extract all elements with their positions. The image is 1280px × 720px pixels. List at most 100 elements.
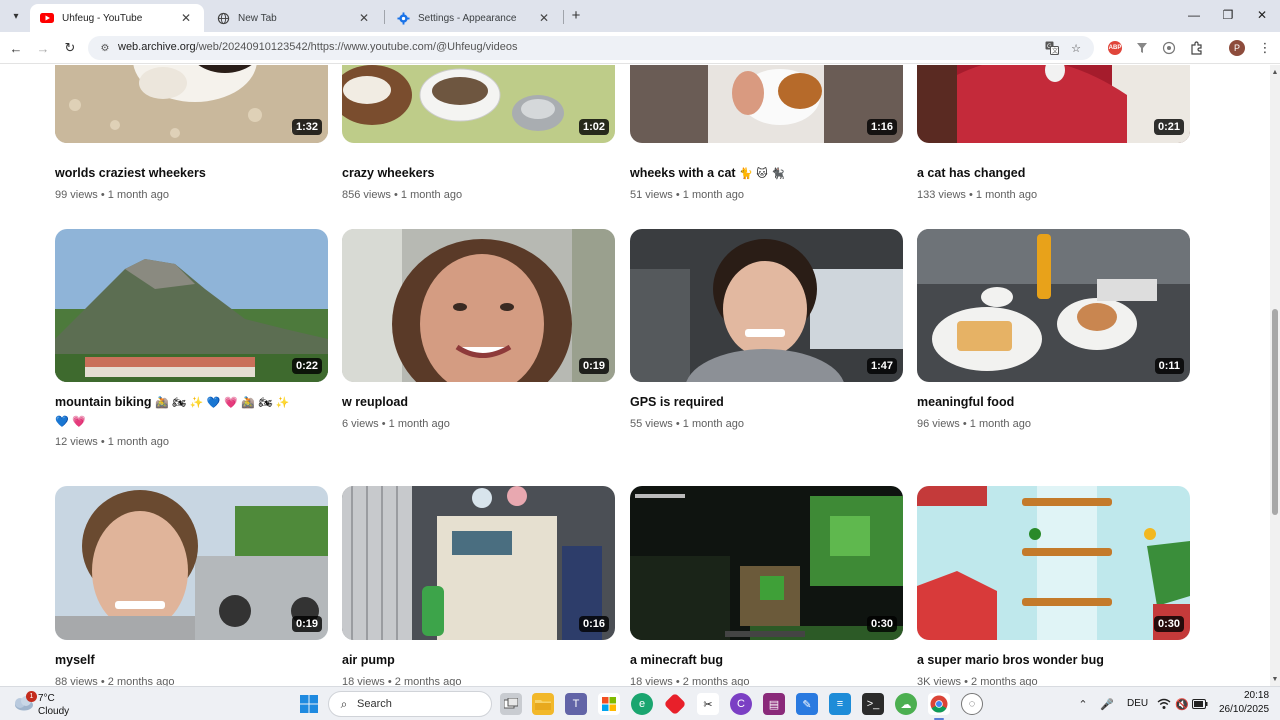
close-icon[interactable]: ✕ — [178, 10, 194, 26]
restore-button[interactable]: ❐ — [1212, 4, 1244, 26]
video-thumbnail[interactable]: 0:22 — [55, 229, 328, 382]
wifi-icon[interactable] — [1156, 696, 1172, 712]
video-title[interactable]: crazy wheekers — [342, 164, 602, 182]
new-tab-button[interactable]: + — [567, 6, 585, 24]
close-window-button[interactable]: ✕ — [1246, 4, 1278, 26]
arrow-right-icon: → — [36, 40, 50, 56]
teams-icon[interactable]: T — [565, 693, 587, 715]
search-label: Search — [357, 698, 392, 710]
clipchamp-icon[interactable]: C — [730, 693, 752, 715]
clock-date[interactable]: 26/10/2025 — [1219, 704, 1269, 715]
meta-separator: • — [675, 189, 680, 201]
video-meta: 55 views • 1 month ago — [630, 418, 744, 430]
video-thumbnail[interactable]: 0:30 — [917, 486, 1190, 640]
tab-new-tab[interactable]: New Tab ✕ — [206, 4, 382, 32]
scrollbar-thumb[interactable] — [1272, 309, 1278, 515]
video-thumbnail[interactable]: 1:32 — [55, 65, 328, 143]
meta-separator: • — [675, 418, 680, 430]
more-options-icon[interactable]: ⋮ — [1256, 39, 1274, 57]
close-icon: ✕ — [1256, 8, 1268, 22]
video-meta: 99 views • 1 month ago — [55, 189, 169, 201]
reload-button[interactable]: ↻ — [60, 38, 80, 58]
recording-app-icon[interactable]: ◌ — [961, 693, 983, 715]
minimize-button[interactable]: — — [1178, 4, 1210, 26]
video-meta: 3K views • 2 months ago — [917, 676, 1038, 686]
keyboard-language[interactable]: DEU — [1127, 698, 1148, 709]
filter-extension-icon[interactable] — [1133, 39, 1151, 57]
terminal-icon[interactable]: >_ — [862, 693, 884, 715]
meta-separator: • — [964, 676, 968, 686]
adblock-plus-icon[interactable]: ABP — [1108, 41, 1122, 55]
meta-separator: • — [962, 418, 967, 430]
task-view-icon[interactable] — [500, 693, 522, 715]
video-title-text: myself — [55, 653, 95, 667]
microphone-icon[interactable]: 🎤 — [1099, 696, 1115, 712]
gear-icon — [396, 11, 410, 25]
title-emoji: 🚵 🏍 ✨ 💙 💗 🚵 🏍 ✨ — [155, 396, 290, 409]
video-thumbnail[interactable]: 1:47 — [630, 229, 903, 382]
video-meta: 96 views • 1 month ago — [917, 418, 1031, 430]
microsoft-store-icon[interactable] — [598, 693, 620, 715]
upload-age: 2 months ago — [394, 676, 462, 686]
edge-icon[interactable]: e — [631, 693, 653, 715]
video-title[interactable]: myself — [55, 651, 315, 669]
page-scrollbar[interactable]: ▲ ▼ — [1270, 65, 1280, 686]
tab-search-button[interactable]: ▾ — [6, 6, 26, 26]
video-title[interactable]: a minecraft bug — [630, 651, 890, 669]
chrome-icon[interactable] — [928, 693, 950, 715]
tab-settings[interactable]: Settings - Appearance ✕ — [386, 4, 562, 32]
notepad-icon[interactable]: ≡ — [829, 693, 851, 715]
scroll-down-arrow-icon[interactable]: ▼ — [1271, 674, 1279, 684]
address-bar[interactable]: ⚙ web.archive.org/web/20240910123542/htt… — [88, 36, 1094, 60]
video-thumbnail[interactable]: 0:21 — [917, 65, 1190, 143]
paint-icon[interactable]: ✎ — [796, 693, 818, 715]
close-icon[interactable]: ✕ — [536, 10, 552, 26]
video-thumbnail[interactable]: 1:16 — [630, 65, 903, 143]
video-title[interactable]: a super mario bros wonder bug — [917, 651, 1177, 669]
clock-time[interactable]: 20:18 — [1244, 690, 1269, 701]
video-title[interactable]: a cat has changed — [917, 164, 1177, 182]
video-duration: 0:19 — [291, 616, 322, 632]
video-title[interactable]: w reupload — [342, 393, 602, 411]
video-title[interactable]: air pump — [342, 651, 602, 669]
windows-start-icon[interactable] — [298, 693, 320, 715]
video-thumbnail[interactable]: 0:19 — [342, 229, 615, 382]
plus-icon: + — [571, 6, 581, 24]
tab-youtube[interactable]: Uhfeug - YouTube ✕ — [30, 4, 204, 32]
video-title[interactable]: GPS is required — [630, 393, 890, 411]
video-thumbnail[interactable]: 1:02 — [342, 65, 615, 143]
extensions-puzzle-icon[interactable] — [1188, 39, 1206, 57]
site-info-icon[interactable]: ⚙ — [98, 41, 112, 55]
profile-avatar[interactable]: P — [1229, 40, 1245, 56]
url-host: web.archive.org — [118, 41, 196, 53]
star-icon[interactable]: ☆ — [1068, 40, 1084, 56]
svg-text:文: 文 — [1052, 47, 1058, 55]
battery-icon[interactable] — [1192, 696, 1208, 712]
taskbar-search[interactable]: ⌕ Search — [328, 691, 492, 717]
file-explorer-icon[interactable] — [532, 693, 554, 715]
video-thumbnail[interactable]: 0:30 — [630, 486, 903, 640]
video-title[interactable]: mountain biking 🚵 🏍 ✨ 💙 💗 🚵 🏍 ✨ 💙 💗 — [55, 393, 315, 431]
translate-icon[interactable]: G文 — [1044, 40, 1060, 56]
tab-separator — [384, 10, 385, 24]
video-thumbnail[interactable]: 0:19 — [55, 486, 328, 640]
back-button[interactable]: ← — [6, 38, 26, 58]
scroll-up-arrow-icon[interactable]: ▲ — [1271, 67, 1279, 77]
url-text[interactable]: web.archive.org/web/20240910123542/https… — [118, 41, 517, 53]
volume-muted-icon[interactable]: 🔇 — [1174, 696, 1190, 712]
winrar-icon[interactable]: ▤ — [763, 693, 785, 715]
forward-button[interactable]: → — [33, 38, 53, 58]
video-title[interactable]: worlds craziest wheekers — [55, 164, 315, 182]
anydesk-icon[interactable] — [663, 692, 687, 716]
cloud-app-icon[interactable]: ☁ — [895, 693, 917, 715]
video-title[interactable]: wheeks with a cat 🐈 🐱 🐈‍⬛ — [630, 164, 890, 183]
video-thumbnail[interactable]: 0:16 — [342, 486, 615, 640]
weather-widget[interactable]: 1 7°C Cloudy — [12, 691, 82, 717]
tab-strip: ▾ Uhfeug - YouTube ✕ New Tab ✕ Settings … — [0, 0, 1280, 32]
chevron-up-icon[interactable]: ⌃ — [1075, 696, 1091, 712]
video-thumbnail[interactable]: 0:11 — [917, 229, 1190, 382]
close-icon[interactable]: ✕ — [356, 10, 372, 26]
capcut-icon[interactable]: ✂ — [697, 693, 719, 715]
video-title[interactable]: meaningful food — [917, 393, 1177, 411]
grammar-extension-icon[interactable] — [1160, 39, 1178, 57]
